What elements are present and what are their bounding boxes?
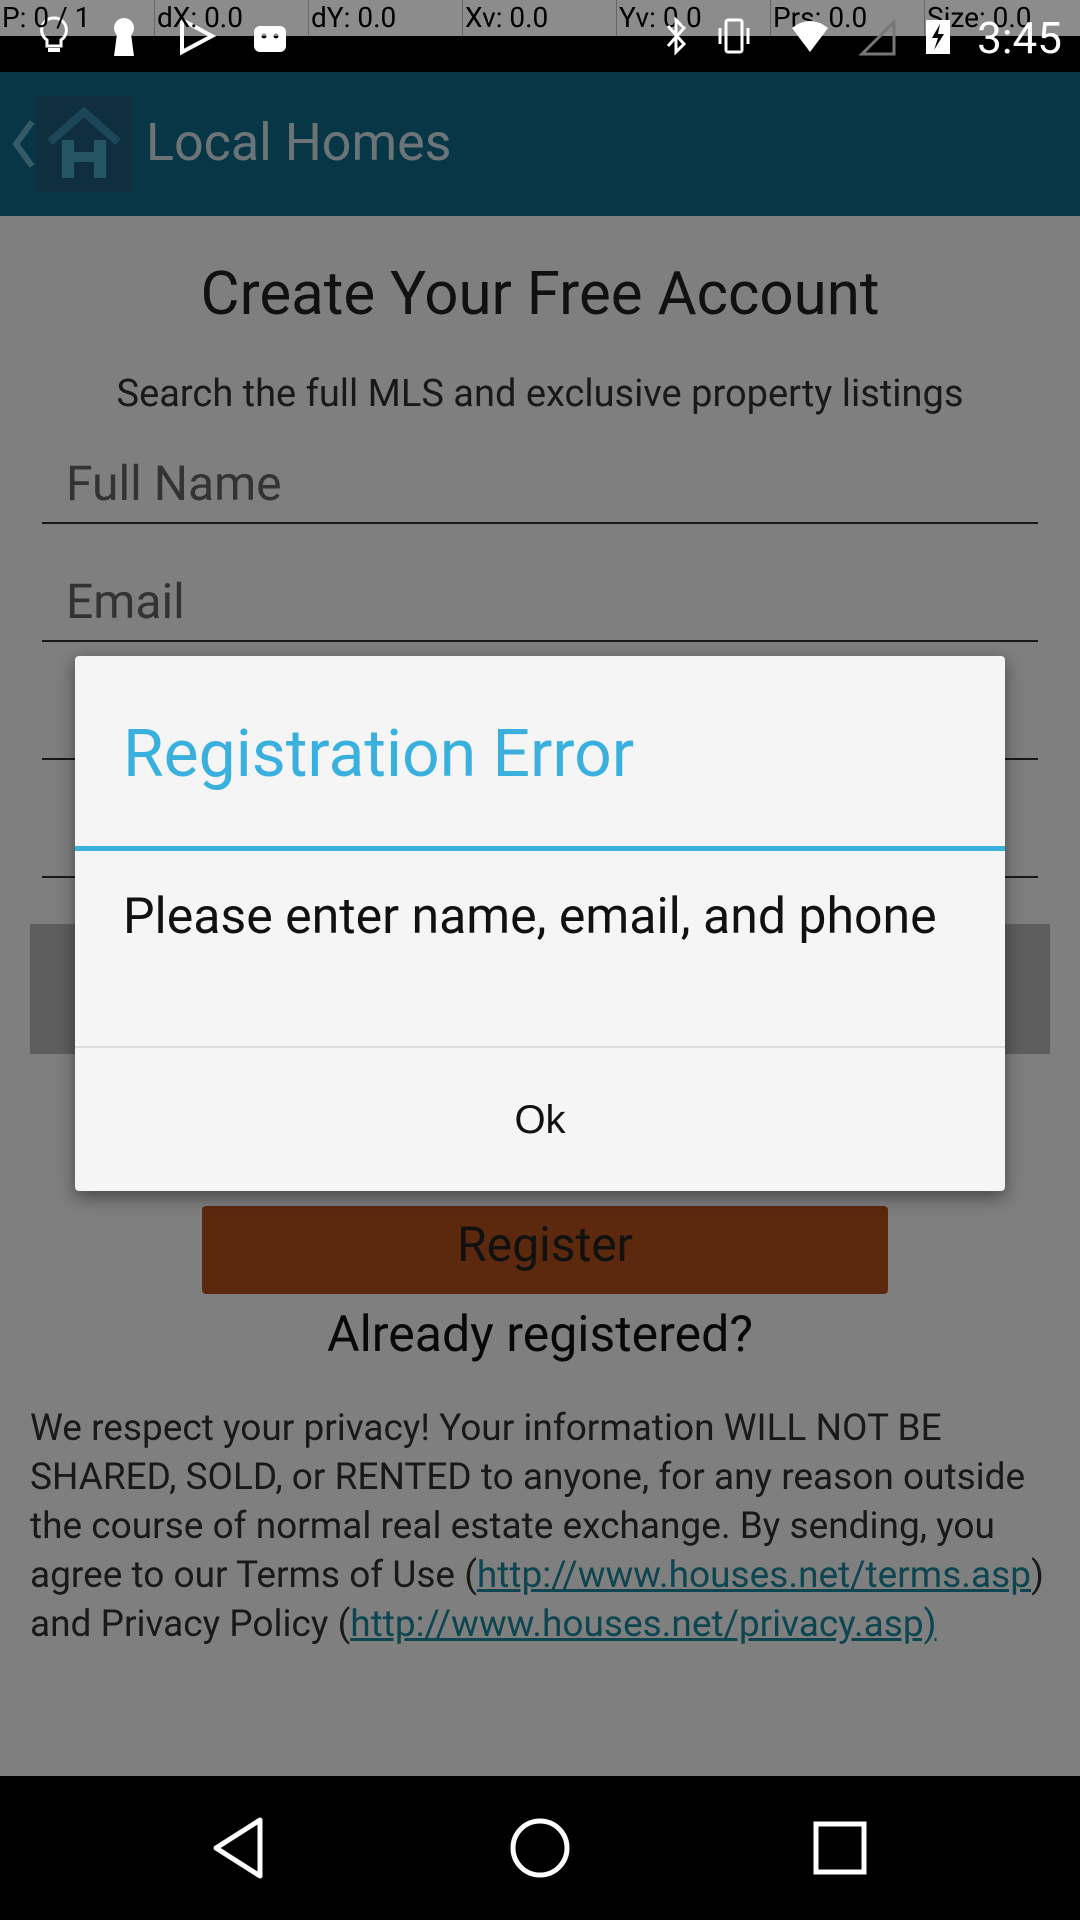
pointer-xv: Xv: 0.0 xyxy=(462,0,615,36)
no-signal-icon xyxy=(858,18,896,56)
home-icon[interactable] xyxy=(504,1812,576,1884)
ok-button[interactable]: Ok xyxy=(75,1048,1005,1191)
dialog-message: Please enter name, email, and phone xyxy=(123,888,937,946)
dialog-title: Registration Error xyxy=(123,716,635,793)
clock: 3:45 xyxy=(977,12,1062,64)
wifi-icon xyxy=(792,21,828,52)
battery-charging-icon xyxy=(926,20,950,54)
back-icon[interactable] xyxy=(204,1812,276,1884)
pointer-dy: dY: 0.0 xyxy=(308,0,461,36)
navigation-bar xyxy=(0,1776,1080,1920)
bluetooth-icon xyxy=(666,16,687,56)
vibrate-icon xyxy=(718,18,750,54)
status-bar: P: 0 / 1 dX: 0.0 dY: 0.0 Xv: 0.0 Yv: 0.0… xyxy=(0,0,1080,72)
registration-error-dialog: Registration Error Please enter name, em… xyxy=(75,656,1005,1191)
pointer-dx: dX: 0.0 xyxy=(154,0,307,36)
recents-icon[interactable] xyxy=(804,1812,876,1884)
pointer-count: P: 0 / 1 xyxy=(2,1,91,34)
dialog-title-divider xyxy=(75,846,1005,851)
